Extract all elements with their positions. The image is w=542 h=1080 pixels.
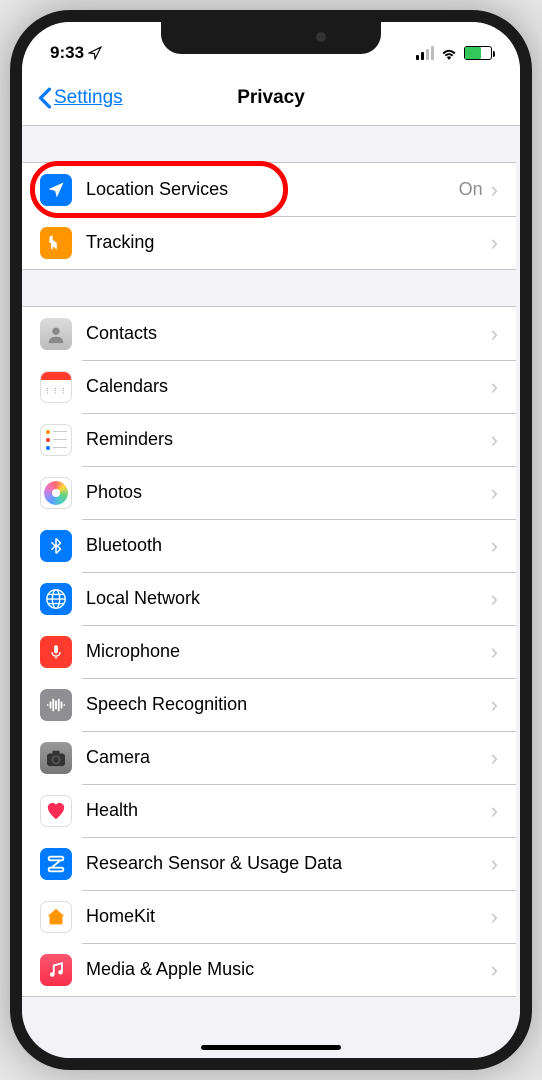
status-time: 9:33: [50, 43, 84, 63]
row-tracking[interactable]: Tracking›: [22, 216, 516, 269]
chevron-right-icon: ›: [491, 851, 498, 877]
back-button[interactable]: Settings: [38, 87, 123, 109]
wifi-icon: [440, 47, 458, 60]
row-label: Photos: [86, 482, 491, 503]
row-homekit[interactable]: HomeKit›: [22, 890, 516, 943]
homekit-icon: [40, 901, 72, 933]
calendars-icon: ⋮⋮⋮: [40, 371, 72, 403]
location-icon: [40, 174, 72, 206]
row-value: On: [459, 179, 483, 200]
row-contacts[interactable]: Contacts›: [22, 307, 516, 360]
row-label: Camera: [86, 747, 491, 768]
tracking-icon: [40, 227, 72, 259]
row-research[interactable]: Research Sensor & Usage Data›: [22, 837, 516, 890]
chevron-right-icon: ›: [491, 230, 498, 256]
chevron-right-icon: ›: [491, 692, 498, 718]
row-label: HomeKit: [86, 906, 491, 927]
bluetooth-icon: [40, 530, 72, 562]
row-label: Contacts: [86, 323, 491, 344]
row-label: Media & Apple Music: [86, 959, 491, 980]
chevron-right-icon: ›: [491, 639, 498, 665]
row-label: Calendars: [86, 376, 491, 397]
photos-icon: [40, 477, 72, 509]
chevron-right-icon: ›: [491, 480, 498, 506]
chevron-right-icon: ›: [491, 904, 498, 930]
chevron-right-icon: ›: [491, 586, 498, 612]
row-music[interactable]: Media & Apple Music›: [22, 943, 516, 996]
row-label: Microphone: [86, 641, 491, 662]
chevron-right-icon: ›: [491, 427, 498, 453]
reminders-icon: [40, 424, 72, 456]
chevron-right-icon: ›: [491, 374, 498, 400]
status-right: [416, 46, 492, 60]
row-label: Local Network: [86, 588, 491, 609]
research-icon: [40, 848, 72, 880]
chevron-right-icon: ›: [491, 745, 498, 771]
row-location[interactable]: Location ServicesOn ›: [22, 163, 516, 216]
row-label: Research Sensor & Usage Data: [86, 853, 491, 874]
row-label: Health: [86, 800, 491, 821]
chevron-right-icon: ›: [491, 177, 498, 203]
row-microphone[interactable]: Microphone›: [22, 625, 516, 678]
network-icon: [40, 583, 72, 615]
chevron-right-icon: ›: [491, 798, 498, 824]
chevron-right-icon: ›: [491, 533, 498, 559]
phone-frame: 9:33 Settings Privacy Location ServicesO…: [10, 10, 532, 1070]
row-reminders[interactable]: Reminders›: [22, 413, 516, 466]
row-label: Reminders: [86, 429, 491, 450]
home-indicator[interactable]: [201, 1045, 341, 1050]
chevron-right-icon: ›: [491, 957, 498, 983]
battery-icon: [464, 46, 492, 60]
microphone-icon: [40, 636, 72, 668]
back-label: Settings: [54, 87, 123, 109]
row-photos[interactable]: Photos›: [22, 466, 516, 519]
row-bluetooth[interactable]: Bluetooth›: [22, 519, 516, 572]
camera-icon: [40, 742, 72, 774]
status-time-area: 9:33: [50, 43, 102, 63]
row-speech[interactable]: Speech Recognition›: [22, 678, 516, 731]
row-label: Location Services: [86, 179, 459, 200]
music-icon: [40, 954, 72, 986]
location-arrow-icon: [88, 46, 102, 60]
row-label: Bluetooth: [86, 535, 491, 556]
speech-icon: [40, 689, 72, 721]
signal-icon: [416, 46, 434, 60]
row-network[interactable]: Local Network›: [22, 572, 516, 625]
chevron-right-icon: ›: [491, 321, 498, 347]
row-calendars[interactable]: ⋮⋮⋮ Calendars›: [22, 360, 516, 413]
notch: [161, 22, 381, 54]
row-label: Tracking: [86, 232, 491, 253]
health-icon: [40, 795, 72, 827]
row-health[interactable]: Health›: [22, 784, 516, 837]
contacts-icon: [40, 318, 72, 350]
settings-section: Contacts›⋮⋮⋮Calendars›Reminders›Photos›B…: [22, 306, 516, 997]
screen: 9:33 Settings Privacy Location ServicesO…: [22, 22, 520, 1058]
row-label: Speech Recognition: [86, 694, 491, 715]
settings-section: Location ServicesOn›Tracking›: [22, 162, 516, 270]
chevron-left-icon: [38, 87, 52, 109]
nav-bar: Settings Privacy: [22, 70, 520, 126]
content-scroll[interactable]: Location ServicesOn›Tracking›Contacts›⋮⋮…: [22, 126, 520, 1058]
row-camera[interactable]: Camera›: [22, 731, 516, 784]
nav-title: Privacy: [237, 87, 305, 109]
